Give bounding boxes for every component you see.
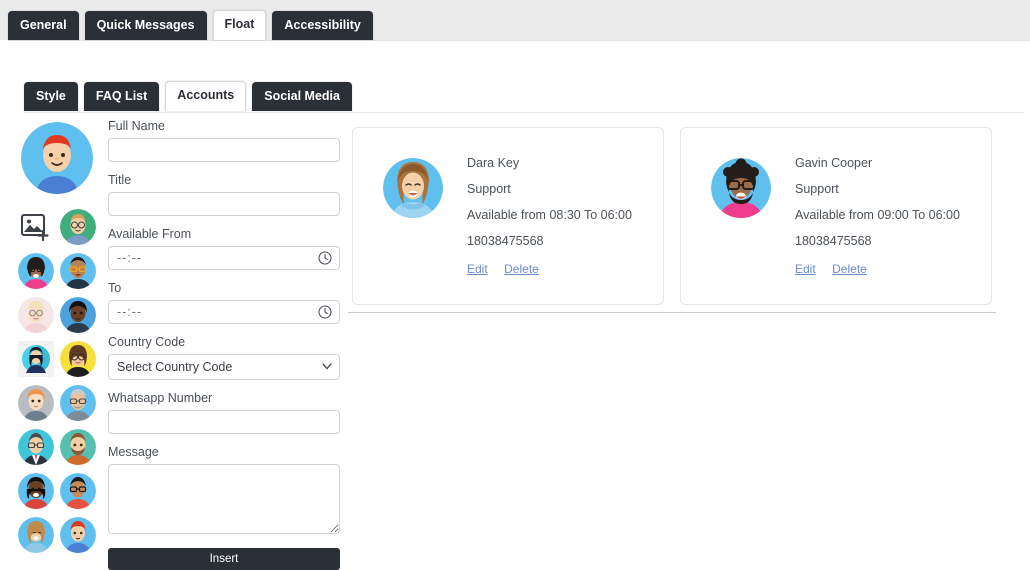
main-tab-bar: General Quick Messages Float Accessibili… [8,10,373,40]
edit-link[interactable]: Edit [467,262,488,276]
full-name-input[interactable] [108,138,340,162]
avatar-option-4[interactable] [59,252,97,290]
tab-quick-messages[interactable]: Quick Messages [84,11,207,40]
tab-float[interactable]: Float [212,10,267,40]
avatar-upload-button[interactable] [17,208,55,246]
country-code-label: Country Code [108,335,186,349]
to-input[interactable] [108,300,340,324]
country-code-field: Select Country Code [108,354,340,380]
sub-tab-bar: Style FAQ List Accounts Social Media [24,81,352,111]
avatar-option-5[interactable] [17,296,55,334]
account-info: Dara Key Support Available from 08:30 To… [467,146,632,278]
delete-link[interactable]: Delete [504,262,539,276]
tab-accessibility[interactable]: Accessibility [272,11,373,40]
account-info: Gavin Cooper Support Available from 09:0… [795,146,960,278]
account-actions: Edit Delete [795,260,960,278]
whatsapp-number-input[interactable] [108,410,340,434]
edit-link[interactable]: Edit [795,262,816,276]
avatar-option-12[interactable] [59,428,97,466]
whatsapp-number-label: Whatsapp Number [108,391,213,405]
account-form: Full Name Title Available From To Countr… [108,118,340,570]
available-from-input[interactable] [108,246,340,270]
account-availability: Available from 09:00 To 06:00 [795,208,960,222]
accounts-list: Dara Key Support Available from 08:30 To… [352,127,992,305]
title-input[interactable] [108,192,340,216]
available-from-label: Available From [108,227,192,241]
avatar-option-14[interactable] [59,472,97,510]
avatar-option-11[interactable] [17,428,55,466]
selected-avatar-preview [21,122,93,194]
avatar-option-7[interactable] [17,340,55,378]
delete-link[interactable]: Delete [832,262,867,276]
insert-button[interactable]: Insert [108,548,340,570]
tab-style[interactable]: Style [24,82,78,111]
tab-general[interactable]: General [8,11,79,40]
tab-faq-list[interactable]: FAQ List [83,82,160,111]
accounts-divider [348,312,996,313]
account-avatar [711,158,771,218]
account-avatar [383,158,443,218]
account-phone: 18038475568 [795,234,872,248]
available-from-field [108,246,340,270]
tab-social-media[interactable]: Social Media [252,82,352,111]
full-name-label: Full Name [108,119,165,133]
account-card: Dara Key Support Available from 08:30 To… [352,127,664,305]
to-label: To [108,281,122,295]
account-name: Dara Key [467,156,520,170]
avatar-option-8[interactable] [59,340,97,378]
to-field [108,300,340,324]
avatar-option-13[interactable] [17,472,55,510]
avatar-grid [17,208,97,554]
avatar-option-2[interactable] [59,208,97,246]
account-card: Gavin Cooper Support Available from 09:0… [680,127,992,305]
avatar-option-3[interactable] [17,252,55,290]
account-role: Support [467,182,511,196]
avatar-option-6[interactable] [59,296,97,334]
message-textarea[interactable] [108,464,340,534]
account-phone: 18038475568 [467,234,544,248]
title-label: Title [108,173,132,187]
account-availability: Available from 08:30 To 06:00 [467,208,632,222]
avatar-option-9[interactable] [17,384,55,422]
account-actions: Edit Delete [467,260,632,278]
avatar-option-16[interactable] [59,516,97,554]
add-image-icon [21,213,49,241]
message-label: Message [108,445,159,459]
avatar-picker [17,122,97,554]
avatar-option-10[interactable] [59,384,97,422]
country-code-select[interactable]: Select Country Code [108,354,340,380]
account-name: Gavin Cooper [795,156,873,170]
account-role: Support [795,182,839,196]
sub-tab-divider [24,112,1024,113]
avatar-option-15[interactable] [17,516,55,554]
tab-accounts[interactable]: Accounts [165,81,247,111]
